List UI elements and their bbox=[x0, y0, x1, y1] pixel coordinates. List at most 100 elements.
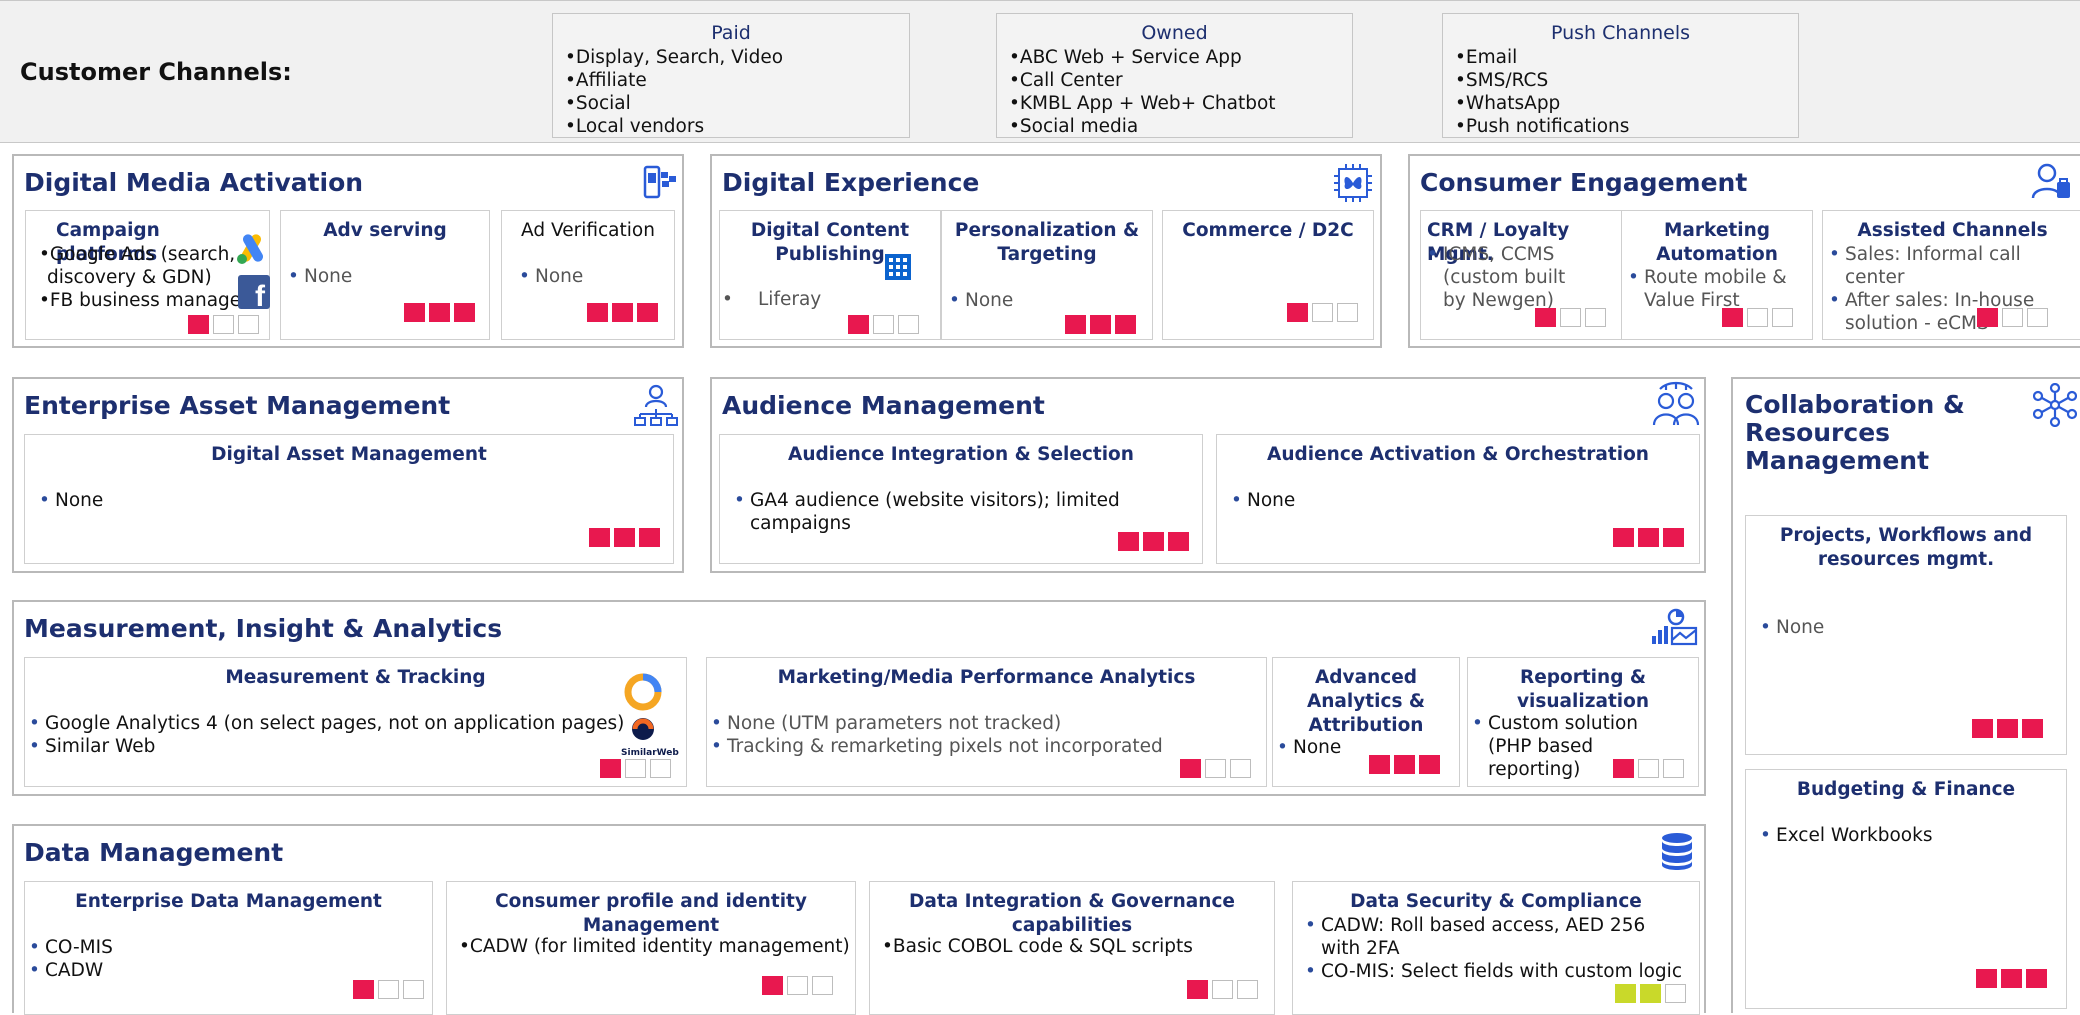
card-personalization-targeting: Personalization & Targeting None bbox=[941, 210, 1153, 340]
section-title: Audience Management bbox=[722, 391, 1045, 420]
maturity-box-filled bbox=[1972, 719, 1993, 738]
channel-list: •Display, Search, Video •Affiliate •Soci… bbox=[565, 46, 909, 138]
maturity-box-filled bbox=[587, 303, 608, 322]
card-measurement-tracking: Measurement & Tracking SimilarWeb Google… bbox=[24, 657, 687, 787]
maturity-box-empty bbox=[812, 976, 833, 995]
card-title: Reporting & visualization bbox=[1516, 667, 1650, 712]
maturity-indicator bbox=[1615, 984, 1686, 1003]
analytics-chart-icon bbox=[1652, 608, 1698, 646]
card-digital-asset-management: Digital Asset Management None bbox=[24, 434, 674, 564]
liferay-icon bbox=[885, 254, 911, 280]
list-item: None bbox=[288, 265, 352, 288]
maturity-box-filled bbox=[429, 303, 450, 322]
list-item: CO-MIS: Select fields with custom logic bbox=[1305, 960, 1685, 983]
list-item: •Basic COBOL code & SQL scripts bbox=[882, 936, 1193, 957]
maturity-box-empty bbox=[625, 759, 646, 778]
maturity-box-filled bbox=[1394, 755, 1415, 774]
maturity-box-empty bbox=[403, 980, 424, 999]
maturity-box-empty bbox=[1212, 980, 1233, 999]
maturity-box-empty bbox=[1663, 759, 1684, 778]
database-icon bbox=[1662, 833, 1692, 870]
card-title: Digital Asset Management bbox=[211, 444, 487, 465]
card-title: Projects, Workflows and resources mgmt. bbox=[1779, 525, 2033, 570]
card-title: Marketing Automation bbox=[1656, 220, 1778, 265]
maturity-box-empty bbox=[787, 976, 808, 995]
section-title: Digital Media Activation bbox=[24, 168, 364, 197]
maturity-indicator bbox=[1972, 719, 2043, 738]
maturity-box-filled bbox=[2001, 969, 2022, 988]
card-list: None bbox=[949, 289, 1013, 312]
list-item: None bbox=[519, 265, 583, 288]
channel-list: •ABC Web + Service App •Call Center •KMB… bbox=[1009, 46, 1352, 138]
list-item: discovery & GDN) bbox=[47, 267, 212, 288]
channel-box-owned: Owned •ABC Web + Service App •Call Cente… bbox=[996, 13, 1353, 138]
maturity-box-empty bbox=[1747, 308, 1768, 327]
card-list: Route mobile & Value First bbox=[1628, 266, 1788, 312]
maturity-box-filled bbox=[1090, 315, 1111, 334]
section-title: Digital Experience bbox=[722, 168, 980, 197]
maturity-box-filled bbox=[1663, 528, 1684, 547]
list-item: Google Analytics 4 (on select pages, not… bbox=[29, 712, 624, 735]
card-budgeting-finance: Budgeting & Finance Excel Workbooks bbox=[1745, 769, 2067, 1009]
card-title: Measurement & Tracking bbox=[225, 667, 486, 688]
maturity-indicator bbox=[762, 976, 833, 995]
section-measurement-insight-analytics: Measurement, Insight & Analytics Measure… bbox=[12, 600, 1706, 796]
list-item: Route mobile & Value First bbox=[1628, 266, 1788, 312]
maturity-box-empty bbox=[1230, 759, 1251, 778]
section-audience-management: Audience Management Audience Integration… bbox=[710, 377, 1706, 573]
maturity-box-filled bbox=[848, 315, 869, 334]
card-digital-content-publishing: Digital Content Publishing • Liferay bbox=[719, 210, 941, 340]
channel-box-push: Push Channels •Email •SMS/RCS •WhatsApp … bbox=[1442, 13, 1799, 138]
channel-list: •Email •SMS/RCS •WhatsApp •Push notifica… bbox=[1455, 46, 1798, 138]
network-nodes-icon bbox=[2033, 383, 2077, 427]
maturity-box-filled bbox=[1065, 315, 1086, 334]
section-digital-experience: Digital Experience Digital Content Publi… bbox=[710, 154, 1382, 348]
maturity-box-empty bbox=[873, 315, 894, 334]
facebook-icon: f bbox=[238, 275, 270, 309]
maturity-indicator bbox=[353, 980, 424, 999]
list-item: •CADW (for limited identity management) bbox=[459, 936, 850, 957]
svg-text:f: f bbox=[255, 280, 266, 309]
card-list: Excel Workbooks bbox=[1760, 824, 1932, 847]
maturity-box-filled bbox=[353, 980, 374, 999]
maturity-box-filled bbox=[1187, 980, 1208, 999]
maturity-box-empty bbox=[378, 980, 399, 999]
card-title: Data Integration & Governance capabiliti… bbox=[909, 891, 1235, 936]
list-item: •Call Center bbox=[1009, 70, 1123, 91]
list-item: •Affiliate bbox=[565, 70, 647, 91]
card-data-integration-governance: Data Integration & Governance capabiliti… bbox=[869, 881, 1275, 1015]
audience-group-icon bbox=[1652, 381, 1700, 426]
maturity-box-empty bbox=[1665, 984, 1686, 1003]
maturity-indicator bbox=[1369, 755, 1440, 774]
list-item: None bbox=[39, 489, 103, 512]
card-list: GA4 audience (website visitors); limited… bbox=[734, 489, 1202, 535]
similarweb-icon bbox=[632, 718, 654, 740]
card-list: None bbox=[1760, 616, 1824, 639]
card-reporting-visualization: Reporting & visualization Custom solutio… bbox=[1467, 657, 1699, 787]
maturity-box-empty bbox=[238, 315, 259, 334]
bullet-dot: • bbox=[722, 289, 733, 310]
user-bag-icon bbox=[2031, 163, 2070, 199]
card-title: Audience Activation & Orchestration bbox=[1267, 444, 1649, 465]
card-title: Enterprise Data Management bbox=[75, 891, 382, 912]
maturity-box-empty bbox=[1312, 303, 1333, 322]
section-data-management: Data Management Enterprise Data Manageme… bbox=[12, 824, 1706, 1015]
maturity-box-filled bbox=[1640, 984, 1661, 1003]
list-item: Tracking & remarketing pixels not incorp… bbox=[711, 735, 1163, 758]
maturity-box-empty bbox=[1638, 759, 1659, 778]
maturity-box-filled bbox=[1997, 719, 2018, 738]
maturity-indicator bbox=[1613, 528, 1684, 547]
section-enterprise-asset-management: Enterprise Asset Management Digital Asse… bbox=[12, 377, 684, 573]
card-marketing-media-performance: Marketing/Media Performance Analytics No… bbox=[706, 657, 1267, 787]
section-title: Collaboration & Resources Management bbox=[1745, 390, 1965, 475]
list-item: •KMBL App + Web+ Chatbot bbox=[1009, 93, 1276, 114]
list-item: •Social bbox=[565, 93, 631, 114]
list-item: CADW bbox=[29, 959, 113, 982]
list-item: None bbox=[949, 289, 1013, 312]
card-ad-verification: Ad Verification None bbox=[501, 210, 675, 340]
maturity-indicator bbox=[188, 315, 259, 334]
org-chart-icon bbox=[634, 384, 678, 426]
card-title: Audience Integration & Selection bbox=[788, 444, 1134, 465]
list-item: Excel Workbooks bbox=[1760, 824, 1932, 847]
maturity-box-filled bbox=[1118, 532, 1139, 551]
